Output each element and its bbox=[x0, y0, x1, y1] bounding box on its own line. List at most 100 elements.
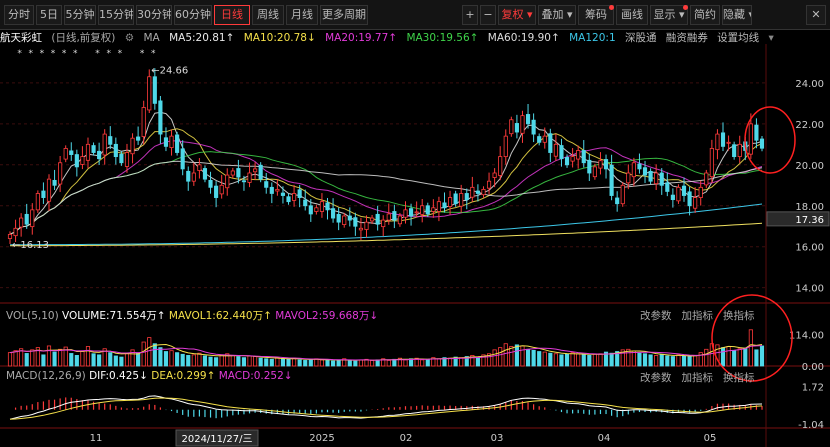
volume-bar bbox=[230, 355, 235, 367]
volume-bar bbox=[319, 359, 325, 367]
volume-bar bbox=[598, 353, 603, 367]
candle-body bbox=[152, 76, 157, 104]
candle-body bbox=[514, 123, 519, 133]
volume-bar bbox=[553, 353, 558, 367]
candle-body bbox=[202, 168, 208, 180]
vol-add-indicator[interactable]: 加指标 bbox=[682, 310, 714, 322]
candle-body bbox=[509, 119, 514, 135]
candle-body bbox=[219, 184, 224, 195]
candle-body bbox=[102, 133, 107, 156]
candle-body bbox=[80, 156, 85, 165]
candle-body bbox=[230, 170, 235, 176]
volume-bar bbox=[648, 354, 653, 367]
volume-bar bbox=[258, 357, 263, 367]
volume-bar bbox=[269, 358, 274, 367]
cursor-date-label: 2024/11/27/三 bbox=[181, 434, 252, 445]
candle-body bbox=[654, 172, 659, 185]
low-annotation: ←16.13 bbox=[12, 240, 49, 251]
volume-bar bbox=[97, 354, 102, 367]
candle-body bbox=[698, 186, 703, 198]
vol-edit-params[interactable]: 改参数 bbox=[640, 310, 672, 322]
volume-bar bbox=[80, 351, 85, 367]
macd-edit-params[interactable]: 改参数 bbox=[640, 372, 672, 384]
candle-body bbox=[542, 135, 547, 143]
candle-body bbox=[726, 141, 731, 144]
volume-bar bbox=[69, 353, 74, 367]
volume-bar bbox=[152, 343, 157, 367]
candle-body bbox=[459, 193, 464, 207]
candle-body bbox=[392, 211, 397, 221]
price-tick-label: 22.00 bbox=[795, 120, 824, 131]
macd-value: MACD:0.252↓ bbox=[218, 370, 293, 382]
volume-bar bbox=[704, 348, 709, 367]
candle-body bbox=[303, 199, 308, 207]
volume-bar bbox=[163, 351, 169, 367]
ma10-line bbox=[9, 128, 763, 235]
volume-bar bbox=[370, 360, 375, 367]
macd-add-indicator[interactable]: 加指标 bbox=[682, 372, 714, 384]
candle-body bbox=[704, 172, 709, 186]
volume-bar bbox=[13, 350, 18, 367]
candle-body bbox=[24, 213, 29, 225]
candle-body bbox=[548, 133, 553, 153]
macd-switch-indicator[interactable]: 换指标 bbox=[723, 372, 755, 384]
candle-body bbox=[592, 166, 597, 178]
candle-body bbox=[381, 219, 386, 228]
vol-switch-indicator[interactable]: 换指标 bbox=[723, 310, 755, 322]
volume-bar bbox=[175, 352, 180, 367]
candle-body bbox=[325, 202, 330, 211]
candle-body bbox=[319, 201, 325, 212]
macd-title: MACD(12,26,9) bbox=[6, 370, 86, 382]
volume-bar bbox=[726, 346, 731, 367]
candle-body bbox=[436, 201, 441, 212]
vol-title: VOL(5,10) bbox=[6, 310, 59, 322]
candle-body bbox=[308, 205, 313, 215]
candle-body bbox=[292, 193, 297, 201]
candle-body bbox=[91, 145, 96, 153]
candle-body bbox=[464, 193, 469, 201]
candle-body bbox=[559, 145, 564, 160]
candle-body bbox=[253, 168, 258, 173]
x-tick-label: 2025 bbox=[309, 433, 334, 444]
volume-bar bbox=[637, 352, 642, 367]
vol-mavol2: MAVOL2:59.668万↓ bbox=[275, 310, 379, 322]
volume-bar bbox=[732, 350, 737, 367]
candle-body bbox=[670, 194, 675, 201]
volume-bar bbox=[720, 347, 726, 367]
volume-bar bbox=[30, 349, 35, 367]
candle-body bbox=[492, 172, 497, 178]
volume-bar bbox=[498, 347, 503, 367]
vol-mavol1: MAVOL1:62.440万↑ bbox=[168, 310, 272, 322]
volume-bar bbox=[581, 354, 586, 367]
candle-body bbox=[186, 170, 191, 182]
volume-bar bbox=[236, 356, 241, 367]
volume-bar bbox=[743, 347, 748, 367]
candle-body bbox=[375, 213, 380, 225]
x-tick-label: 03 bbox=[491, 433, 504, 444]
vol-volume: VOLUME:71.554万↑ bbox=[62, 310, 166, 322]
volume-bar bbox=[509, 346, 514, 367]
candle-body bbox=[681, 185, 687, 196]
candle-body bbox=[35, 193, 40, 211]
candle-body bbox=[748, 123, 753, 155]
candle-body bbox=[732, 144, 737, 158]
ma30-line bbox=[9, 151, 763, 235]
volume-bar bbox=[7, 352, 13, 367]
candle-body bbox=[609, 164, 614, 196]
candle-body bbox=[163, 137, 169, 147]
candle-body bbox=[709, 148, 714, 178]
candle-body bbox=[503, 135, 508, 158]
candle-body bbox=[659, 172, 664, 186]
candle-body bbox=[191, 172, 196, 182]
volume-bar bbox=[124, 353, 130, 367]
candle-body bbox=[475, 190, 480, 194]
candle-body bbox=[30, 209, 35, 228]
volume-bar bbox=[403, 359, 408, 367]
candle-body bbox=[386, 213, 391, 221]
volume-bar bbox=[336, 359, 341, 367]
volume-bar bbox=[74, 355, 79, 367]
x-tick-label: 11 bbox=[90, 433, 103, 444]
candle-body bbox=[414, 211, 419, 214]
volume-bar bbox=[158, 347, 163, 367]
volume-bar bbox=[353, 360, 358, 367]
